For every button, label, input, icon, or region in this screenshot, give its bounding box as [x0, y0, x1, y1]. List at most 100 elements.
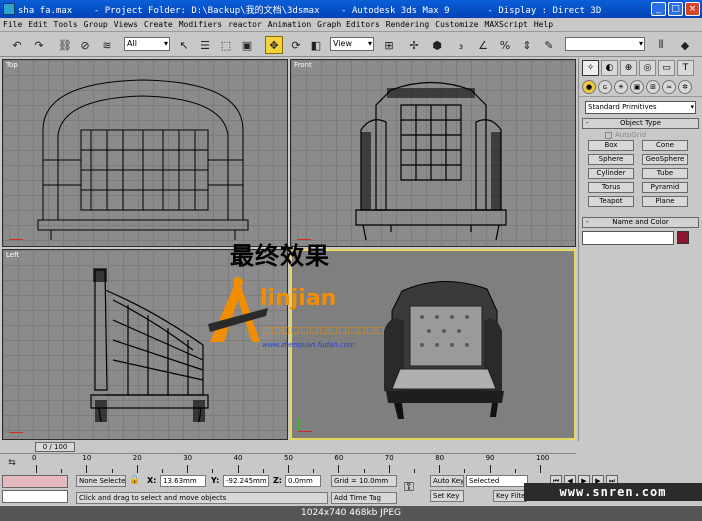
menu-maxscript[interactable]: MAXScript — [482, 20, 531, 29]
modify-tab-icon[interactable]: ◐ — [601, 60, 618, 76]
ruler-tick — [86, 465, 88, 473]
lock-selection-icon[interactable]: 🔒 — [129, 475, 140, 485]
menu-views[interactable]: Views — [111, 20, 141, 29]
object-type-rollout[interactable]: - Object Type — [582, 118, 699, 129]
menu-file[interactable]: File — [0, 20, 25, 29]
name-color-row — [582, 231, 699, 245]
z-coordinate-input[interactable]: 0.0mm — [285, 475, 321, 487]
menu-create[interactable]: Create — [141, 20, 176, 29]
name-and-color-rollout[interactable]: - Name and Color — [582, 217, 699, 228]
select-by-name-icon[interactable]: ☰ — [196, 36, 214, 54]
key-mode-dropdown[interactable]: Selected — [466, 475, 528, 487]
helpers-icon[interactable]: ⊞ — [646, 80, 660, 94]
spinner-snap-icon[interactable]: ⇕ — [518, 36, 536, 54]
viewport-front[interactable]: Front — [290, 59, 576, 247]
object-name-input[interactable] — [582, 231, 674, 245]
selection-filter-dropdown[interactable]: All — [124, 37, 170, 51]
tube-button[interactable]: Tube — [642, 168, 688, 179]
close-button[interactable]: × — [685, 2, 700, 16]
cylinder-button[interactable]: Cylinder — [588, 168, 634, 179]
create-tab-icon[interactable]: ✧ — [582, 60, 599, 76]
menu-modifiers[interactable]: Modifiers — [176, 20, 225, 29]
reference-coordinate-dropdown[interactable]: View — [330, 37, 374, 51]
cameras-icon[interactable]: ▣ — [630, 80, 644, 94]
primitive-category-dropdown[interactable]: Standard Primitives — [585, 101, 696, 114]
box-button[interactable]: Box — [588, 140, 634, 151]
object-color-swatch[interactable] — [677, 231, 689, 244]
hierarchy-tab-icon[interactable]: ⊕ — [620, 60, 637, 76]
space-warps-icon[interactable]: ≈ — [662, 80, 676, 94]
select-object-icon[interactable]: ↖ — [175, 36, 193, 54]
main-toolbar: ↶ ↷ ⛓ ⊘ ≋ All ↖ ☰ ⬚ ▣ ✥ ⟳ ◧ View ⊞ ✢ ⬢ ₃… — [0, 33, 702, 57]
redo-icon[interactable]: ↷ — [30, 36, 48, 54]
select-and-link-icon[interactable]: ⛓ — [56, 36, 74, 54]
align-icon[interactable]: ◆ — [676, 36, 694, 54]
minimize-button[interactable]: _ — [651, 2, 666, 16]
percent-snap-icon[interactable]: % — [496, 36, 514, 54]
create-category-icons: ● ɢ ☀ ▣ ⊞ ≈ ✲ — [579, 78, 702, 97]
key-icon[interactable]: ⚿ — [404, 480, 414, 495]
add-time-tag-button[interactable]: Add Time Tag — [331, 492, 397, 504]
edit-named-selection-icon[interactable]: ✎ — [540, 36, 558, 54]
track-bar[interactable]: ⇆ 0 10 20 30 40 50 60 70 80 90 100 — [0, 453, 576, 473]
window-title: sha fa.max - Project Folder: D:\Backup\我… — [18, 5, 602, 16]
x-coordinate-input[interactable]: 13.63mm — [160, 475, 206, 487]
viewport-top[interactable]: Top — [2, 59, 288, 247]
named-selection-dropdown[interactable] — [565, 37, 645, 51]
menu-edit[interactable]: Edit — [25, 20, 50, 29]
systems-icon[interactable]: ✲ — [678, 80, 692, 94]
mirror-icon[interactable]: ⫴ — [652, 36, 670, 54]
track-bar-toggle-icon[interactable]: ⇆ — [4, 455, 20, 471]
maxscript-listener-pink[interactable] — [2, 475, 68, 488]
motion-tab-icon[interactable]: ◎ — [639, 60, 656, 76]
bind-space-warp-icon[interactable]: ≋ — [98, 36, 116, 54]
ruler-tick-label: 20 — [132, 454, 142, 462]
display-tab-icon[interactable]: ▭ — [658, 60, 675, 76]
menu-graph-editors[interactable]: Graph Editors — [314, 20, 383, 29]
collapse-icon: - — [586, 218, 589, 226]
sphere-button[interactable]: Sphere — [588, 154, 634, 165]
undo-icon[interactable]: ↶ — [8, 36, 26, 54]
menu-tools[interactable]: Tools — [51, 20, 81, 29]
teapot-button[interactable]: Teapot — [588, 196, 634, 207]
torus-button[interactable]: Torus — [588, 182, 634, 193]
lights-icon[interactable]: ☀ — [614, 80, 628, 94]
pivot-center-icon[interactable]: ⊞ — [380, 36, 398, 54]
menu-reactor[interactable]: reactor — [225, 20, 265, 29]
time-slider[interactable]: 0 / 100 — [0, 441, 576, 453]
pyramid-button[interactable]: Pyramid — [642, 182, 688, 193]
menu-rendering[interactable]: Rendering — [383, 20, 432, 29]
y-coordinate-input[interactable]: -92.245mm — [223, 475, 269, 487]
select-and-scale-icon[interactable]: ◧ — [307, 36, 325, 54]
ruler-tick — [388, 465, 390, 473]
time-slider-thumb[interactable]: 0 / 100 — [35, 442, 75, 452]
key-filters-button[interactable]: Key Filte — [493, 490, 527, 502]
rollout-title: Object Type — [619, 119, 662, 127]
auto-key-button[interactable]: Auto Key — [430, 475, 464, 487]
menu-help[interactable]: Help — [531, 20, 556, 29]
select-and-rotate-icon[interactable]: ⟳ — [287, 36, 305, 54]
maxscript-listener-white[interactable] — [2, 490, 68, 503]
ruler-tick-label: 80 — [435, 454, 445, 462]
keyboard-shortcut-icon[interactable]: ⬢ — [428, 36, 446, 54]
plane-button[interactable]: Plane — [642, 196, 688, 207]
angle-snap-icon[interactable]: ∠ — [474, 36, 492, 54]
autogrid-checkbox[interactable]: AutoGrid — [605, 131, 702, 139]
menu-customize[interactable]: Customize — [432, 20, 481, 29]
select-and-move-icon[interactable]: ✥ — [265, 36, 283, 54]
command-panel-tabs: ✧ ◐ ⊕ ◎ ▭ T — [579, 58, 702, 78]
geosphere-button[interactable]: GeoSphere — [642, 154, 688, 165]
utilities-tab-icon[interactable]: T — [677, 60, 694, 76]
set-key-button[interactable]: Set Key — [430, 490, 464, 502]
rectangular-selection-icon[interactable]: ⬚ — [217, 36, 235, 54]
menu-animation[interactable]: Animation — [265, 20, 314, 29]
geometry-icon[interactable]: ● — [582, 80, 596, 94]
shapes-icon[interactable]: ɢ — [598, 80, 612, 94]
menu-group[interactable]: Group — [81, 20, 111, 29]
snaps-toggle-icon[interactable]: ₃ — [452, 36, 470, 54]
maximize-button[interactable]: □ — [668, 2, 683, 16]
window-crossing-icon[interactable]: ▣ — [238, 36, 256, 54]
unlink-icon[interactable]: ⊘ — [76, 36, 94, 54]
cone-button[interactable]: Cone — [642, 140, 688, 151]
select-manipulate-icon[interactable]: ✢ — [405, 36, 423, 54]
